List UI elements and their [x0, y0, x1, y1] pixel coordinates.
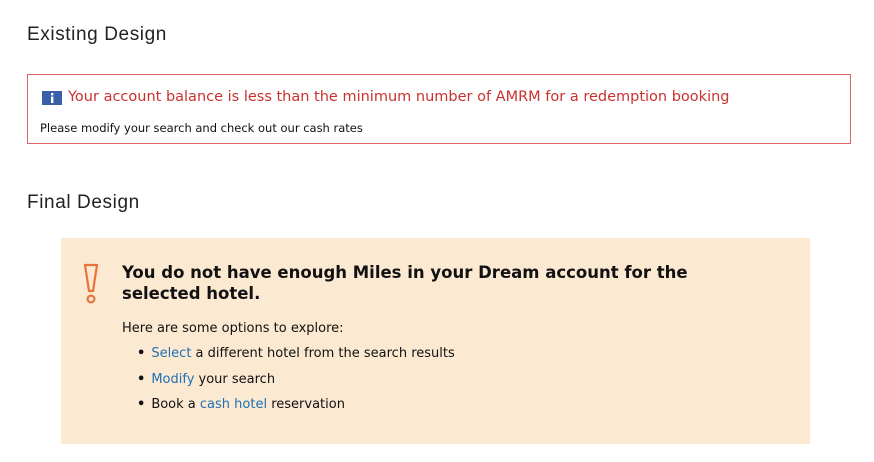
modify-search-link[interactable]: Modify	[151, 372, 194, 387]
options-list: • Select a different hotel from the searc…	[137, 346, 455, 423]
bullet: •	[137, 371, 146, 387]
existing-alert-subtext: Please modify your search and check out …	[40, 121, 363, 135]
final-alert-title: You do not have enough Miles in your Dre…	[122, 263, 688, 303]
bullet: •	[137, 397, 146, 412]
option-suffix: a different hotel from the search result…	[191, 346, 455, 361]
bullet: •	[137, 346, 146, 361]
section-heading-final: Final Design	[27, 192, 140, 213]
list-item: • Select a different hotel from the searc…	[137, 346, 455, 372]
final-alert-intro: Here are some options to explore:	[122, 321, 344, 336]
option-suffix: your search	[194, 371, 276, 387]
list-item: • Modify your search	[137, 372, 455, 398]
existing-alert-message: Your account balance is less than the mi…	[68, 89, 730, 105]
existing-alert-line: Your account balance is less than the mi…	[42, 89, 730, 105]
option-suffix: reservation	[267, 397, 345, 412]
list-item: • Book a cash hotel reservation	[137, 397, 455, 423]
warning-icon	[83, 263, 99, 305]
select-hotel-link[interactable]: Select	[151, 346, 191, 361]
info-icon	[42, 90, 62, 105]
existing-alert-box: Your account balance is less than the mi…	[27, 74, 851, 144]
cash-hotel-link[interactable]: cash hotel	[200, 397, 267, 412]
option-prefix: Book a	[151, 397, 200, 412]
section-heading-existing: Existing Design	[27, 24, 167, 45]
final-alert-box: You do not have enough Miles in your Dre…	[61, 238, 810, 444]
